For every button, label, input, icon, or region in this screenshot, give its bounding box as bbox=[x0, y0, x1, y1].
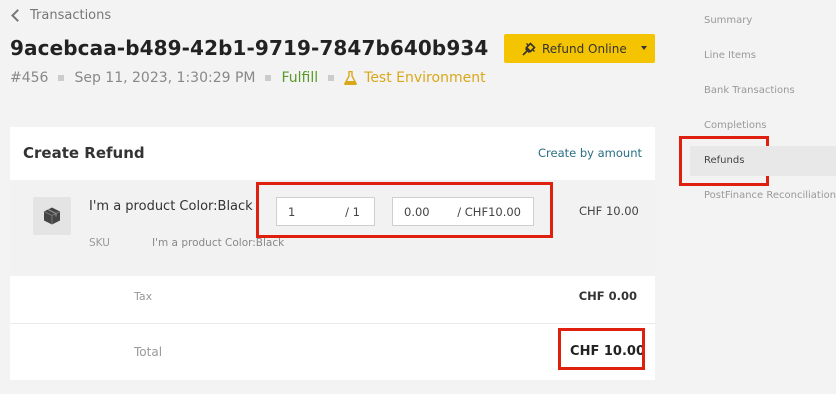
separator bbox=[328, 75, 335, 81]
card-header: Create Refund Create by amount bbox=[10, 127, 655, 179]
sidebar-item-line-items[interactable]: Line Items bbox=[704, 50, 756, 61]
sidebar-item-completions[interactable]: Completions bbox=[704, 120, 767, 131]
refund-online-label: Refund Online bbox=[542, 41, 627, 56]
create-refund-card: Create Refund Create by amount I'm a pro… bbox=[10, 127, 655, 380]
separator bbox=[58, 75, 65, 81]
sku-value: I'm a product Color:Black bbox=[152, 237, 285, 249]
chevron-down-icon[interactable] bbox=[641, 46, 647, 50]
separator bbox=[265, 75, 272, 81]
create-by-amount-link[interactable]: Create by amount bbox=[538, 146, 642, 160]
transaction-number: #456 bbox=[10, 70, 49, 86]
status-badge: Fulfill bbox=[281, 70, 319, 86]
amount-max: / CHF10.00 bbox=[457, 205, 521, 219]
flask-icon bbox=[344, 71, 357, 85]
sku-label: SKU bbox=[89, 237, 110, 249]
amount-input[interactable]: 0.00 / CHF10.00 bbox=[392, 197, 534, 226]
back-link-label: Transactions bbox=[30, 8, 112, 23]
total-label: Total bbox=[134, 345, 163, 359]
product-name: I'm a product Color:Black bbox=[89, 199, 253, 214]
quantity-value: 1 bbox=[288, 205, 296, 219]
total-value: CHF 10.00 bbox=[570, 344, 645, 359]
quantity-input[interactable]: 1 / 1 bbox=[276, 197, 375, 226]
tax-row: Tax CHF 0.00 bbox=[10, 276, 655, 324]
sidebar-item-summary[interactable]: Summary bbox=[704, 15, 752, 26]
page-title: 9acebcaa-b489-42b1-9719-7847b640b934 bbox=[10, 36, 489, 60]
transaction-date: Sep 11, 2023, 1:30:29 PM bbox=[74, 70, 256, 86]
line-item-row: I'm a product Color:Black SKU I'm a prod… bbox=[10, 180, 655, 276]
environment-label: Test Environment bbox=[364, 70, 486, 86]
line-item-price: CHF 10.00 bbox=[579, 204, 639, 218]
tax-label: Tax bbox=[134, 290, 153, 303]
back-link[interactable]: Transactions bbox=[10, 8, 111, 23]
amount-value: 0.00 bbox=[404, 205, 430, 219]
box-icon bbox=[33, 197, 71, 235]
chevron-left-icon bbox=[11, 9, 24, 22]
quantity-max: / 1 bbox=[345, 205, 360, 219]
card-title: Create Refund bbox=[23, 144, 145, 162]
tax-value: CHF 0.00 bbox=[578, 289, 637, 303]
transaction-meta: #456 Sep 11, 2023, 1:30:29 PM Fulfill Te… bbox=[10, 70, 486, 86]
plug-icon bbox=[522, 41, 536, 56]
environment-badge: Test Environment bbox=[344, 70, 486, 86]
refund-online-button[interactable]: Refund Online bbox=[504, 34, 655, 63]
sidebar-item-postfinance-reconciliations[interactable]: PostFinance Reconciliations bbox=[704, 190, 836, 201]
sidebar-item-refunds[interactable]: Refunds bbox=[704, 155, 744, 166]
total-row: Total CHF 10.00 bbox=[10, 325, 655, 380]
sidebar-item-bank-transactions[interactable]: Bank Transactions bbox=[704, 85, 795, 96]
